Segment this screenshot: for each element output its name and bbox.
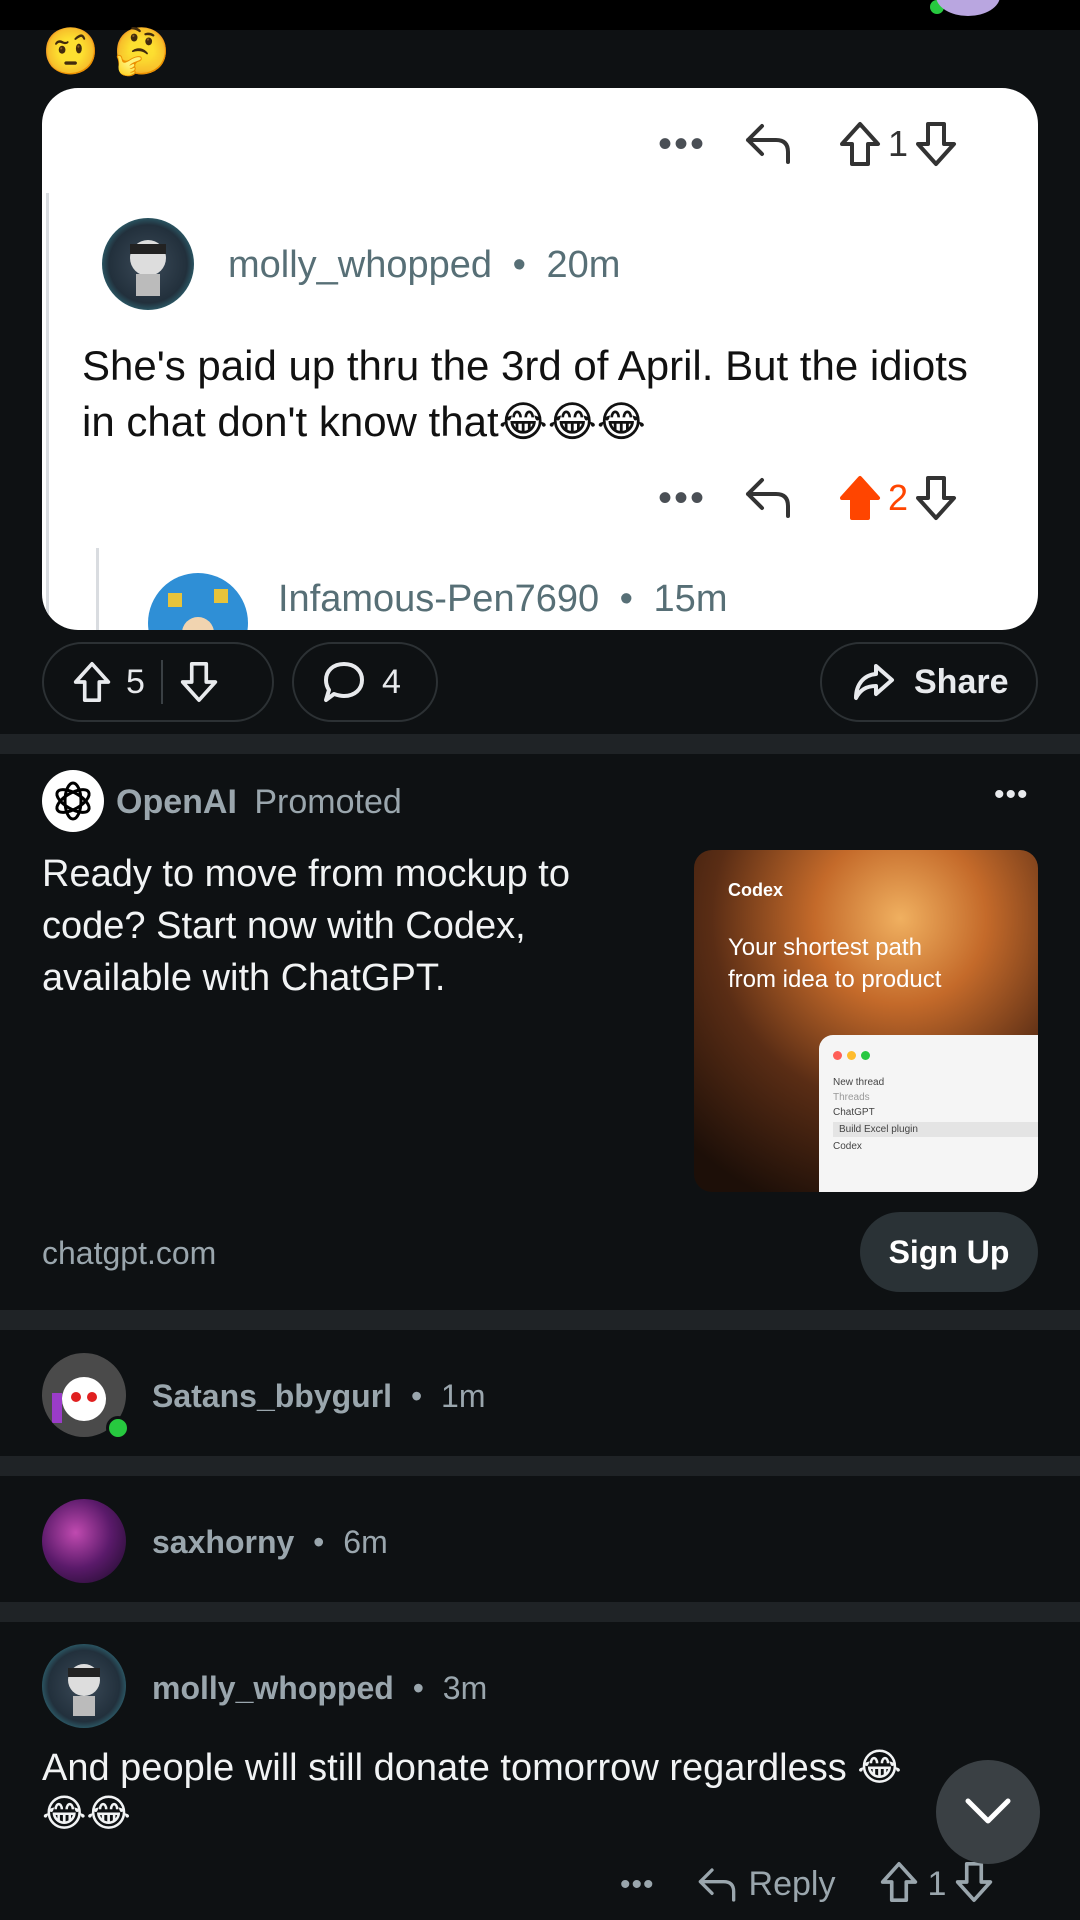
username[interactable]: molly_whopped xyxy=(152,1670,394,1706)
openai-logo[interactable] xyxy=(42,770,104,832)
more-options-button[interactable]: ••• xyxy=(652,124,712,164)
avatar[interactable] xyxy=(42,1499,126,1583)
ad-image[interactable]: Codex Your shortest path from idea to pr… xyxy=(694,850,1038,1192)
downvote-icon[interactable] xyxy=(954,1860,994,1909)
reply-icon[interactable] xyxy=(742,120,794,168)
timestamp: 3m xyxy=(442,1670,488,1706)
section-divider xyxy=(0,1310,1080,1330)
upvote-count: 5 xyxy=(126,662,145,701)
dot-separator: • xyxy=(512,244,526,286)
thread-line xyxy=(46,193,49,630)
ad-image-tagline: Your shortest path from idea to product xyxy=(728,934,942,993)
avatar[interactable] xyxy=(102,218,194,310)
username[interactable]: saxhorny xyxy=(152,1524,294,1560)
avatar[interactable] xyxy=(148,573,248,630)
username[interactable]: Infamous-Pen7690 xyxy=(278,578,599,620)
username[interactable]: molly_whopped xyxy=(228,244,492,286)
promoted-label: Promoted xyxy=(254,783,402,821)
upvote-icon[interactable] xyxy=(72,660,112,704)
menu-item: ChatGPT xyxy=(833,1107,875,1118)
comments-button[interactable]: 4 xyxy=(292,642,438,722)
timestamp: 6m xyxy=(343,1524,388,1560)
comment-text: And people will still donate tomorrow re… xyxy=(42,1747,902,1835)
dot-separator: • xyxy=(313,1524,325,1560)
emoji-row: 🤨 🤔 xyxy=(42,28,171,74)
comment-actions: ••• Reply 1 xyxy=(620,1860,994,1909)
advertiser-name[interactable]: OpenAI xyxy=(116,783,237,821)
online-indicator xyxy=(106,1416,130,1440)
dot-separator: • xyxy=(412,1670,424,1706)
reply-button[interactable]: Reply xyxy=(695,1865,836,1905)
comment-meta: molly_whopped • 20m xyxy=(228,244,620,287)
upvote-count: 1 xyxy=(927,1865,947,1903)
timestamp: 20m xyxy=(546,244,621,286)
profile-avatar[interactable] xyxy=(936,0,1000,16)
ad-domain[interactable]: chatgpt.com xyxy=(42,1235,216,1272)
thread-line xyxy=(96,548,99,630)
section-divider xyxy=(0,734,1080,754)
more-options-button[interactable]: ••• xyxy=(620,1868,655,1902)
sign-up-button[interactable]: Sign Up xyxy=(860,1212,1038,1292)
reply-icon xyxy=(698,1867,735,1902)
upvote-count: 1 xyxy=(888,123,909,164)
emoji: 🤔 xyxy=(113,25,171,77)
downvote-icon[interactable] xyxy=(179,660,219,704)
comment-actions: ••• 2 xyxy=(652,474,958,522)
menu-item: Build Excel plugin xyxy=(833,1122,1038,1137)
comment-meta: Infamous-Pen7690 • 15m xyxy=(278,578,727,621)
menu-item: Codex xyxy=(833,1141,862,1152)
upvote-icon[interactable] xyxy=(879,1860,919,1909)
reply-label: Reply xyxy=(748,1865,836,1903)
more-options-button[interactable]: ••• xyxy=(652,478,712,518)
downvote-icon[interactable] xyxy=(914,474,958,522)
ad-text[interactable]: Ready to move from mockup to code? Start… xyxy=(42,848,642,1004)
comment-actions: ••• 1 xyxy=(652,120,958,168)
menu-item: Threads xyxy=(833,1092,870,1103)
timestamp: 1m xyxy=(441,1378,486,1414)
share-icon xyxy=(852,662,896,702)
downvote-icon[interactable] xyxy=(914,120,958,168)
divider xyxy=(160,660,163,704)
timestamp: 15m xyxy=(653,578,728,620)
avatar[interactable] xyxy=(42,1644,126,1728)
share-label: Share xyxy=(914,662,1009,701)
scroll-down-button[interactable] xyxy=(936,1760,1040,1864)
ad-more-options-button[interactable]: ••• xyxy=(994,778,1029,812)
comment-emojis: 😂😂😂 xyxy=(498,398,646,445)
ad-image-brand: Codex xyxy=(728,880,784,900)
dot-separator: • xyxy=(410,1378,423,1414)
window-controls xyxy=(819,1035,1038,1069)
chevron-down-icon xyxy=(965,1798,1011,1824)
username[interactable]: Satans_bbygurl xyxy=(152,1378,392,1414)
upvote-icon-active[interactable] xyxy=(838,474,882,522)
comment-body: She's paid up thru the 3rd of April. But… xyxy=(82,338,982,450)
embedded-comment-card[interactable]: ••• 1 molly_whopped • 20m She's paid up … xyxy=(42,88,1038,630)
comment-meta: Satans_bbygurl • 1m xyxy=(152,1378,486,1415)
comment-icon xyxy=(322,660,366,704)
reply-icon[interactable] xyxy=(742,474,794,522)
comment-meta: saxhorny • 6m xyxy=(152,1524,388,1561)
dot-separator: • xyxy=(619,578,633,620)
comment-meta: molly_whopped • 3m xyxy=(152,1670,487,1707)
comment-count: 4 xyxy=(382,662,401,701)
upvote-icon[interactable] xyxy=(838,120,882,168)
vote-pill: 5 xyxy=(42,642,274,722)
share-button[interactable]: Share xyxy=(820,642,1038,722)
emoji: 🤨 xyxy=(42,25,100,77)
menu-item: New thread xyxy=(833,1077,885,1088)
section-divider xyxy=(0,1456,1080,1476)
ad-header: OpenAI Promoted xyxy=(116,783,402,822)
app-window-preview: New thread Threads ChatGPT Build Excel p… xyxy=(819,1035,1038,1192)
section-divider xyxy=(0,1602,1080,1622)
upvote-count: 2 xyxy=(888,477,909,518)
